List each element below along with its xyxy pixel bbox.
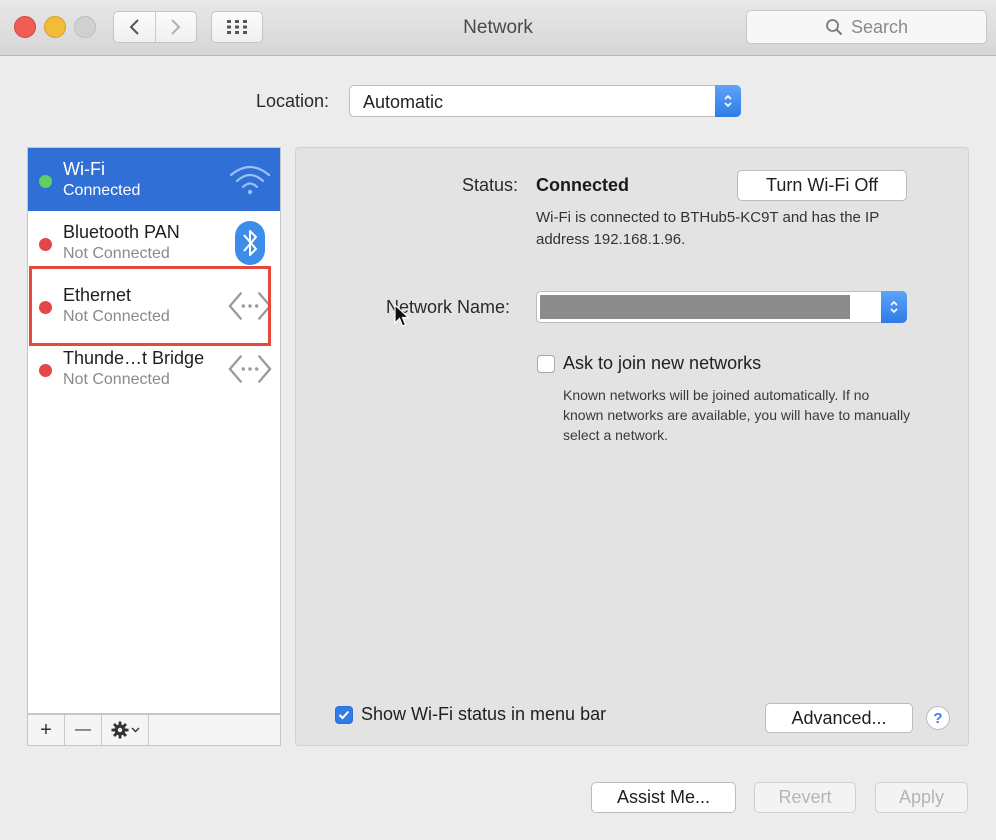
location-stepper[interactable] [715,85,741,117]
location-select[interactable]: Automatic [349,85,741,117]
show-wifi-status-checkbox[interactable] [335,706,353,724]
service-name: Wi-Fi [63,159,105,179]
ask-to-join-label: Ask to join new networks [563,353,762,373]
turn-wifi-off-button[interactable]: Turn Wi-Fi Off [737,170,907,201]
plus-icon: + [40,718,52,741]
checkmark-icon [338,710,350,720]
add-service-button[interactable]: + [28,715,65,745]
magnifier-icon [826,19,843,36]
mouse-pointer-icon [394,304,410,327]
bluetooth-icon [228,221,272,265]
advanced-button[interactable]: Advanced... [765,703,913,733]
wifi-icon [228,160,272,200]
location-label: Location: [256,91,330,111]
minus-icon: — [75,721,91,738]
service-status: Connected [63,182,141,199]
remove-service-button[interactable]: — [65,715,102,745]
up-down-chevron-icon [890,300,898,314]
action-menu-button[interactable] [102,715,149,745]
title-bar: Network Search [0,0,996,56]
redacted-network-name [540,295,850,319]
service-item-thunderbolt-bridge[interactable]: Thunde…t Bridge Not Connected [28,337,280,400]
network-name-stepper[interactable] [881,291,907,323]
ethernet-highlight-annotation [29,266,271,346]
apply-button[interactable]: Apply [875,782,968,813]
service-name: Thunde…t Bridge [63,348,205,368]
assist-me-button[interactable]: Assist Me... [591,782,736,813]
search-placeholder: Search [850,16,909,37]
service-name: Bluetooth PAN [63,222,180,242]
ethernet-icon [228,349,272,389]
help-button[interactable]: ? [926,706,950,730]
network-name-select[interactable] [536,291,907,323]
status-label: Status: [462,175,519,195]
ask-to-join-checkbox[interactable] [537,355,555,373]
status-value: Connected [536,175,630,195]
status-dot [39,175,52,188]
status-dot [39,238,52,251]
service-status: Not Connected [63,371,170,388]
service-status: Not Connected [63,245,170,262]
location-value: Automatic [363,92,444,112]
status-description: Wi-Fi is connected to BTHub5-KC9T and ha… [536,209,879,248]
search-field[interactable]: Search [746,10,987,44]
gear-icon [111,721,128,739]
up-down-chevron-icon [724,94,732,108]
service-item-bluetooth-pan[interactable]: Bluetooth PAN Not Connected [28,211,280,274]
chevron-down-icon [131,727,139,733]
service-list-toolbar: + — [27,714,281,746]
status-dot [39,364,52,377]
ask-to-join-description: Known networks will be joined automatica… [563,387,911,443]
service-list: Wi-Fi Connected Bluetooth PAN Not Connec… [27,147,281,714]
show-wifi-status-label: Show Wi-Fi status in menu bar [361,704,607,724]
service-item-wifi[interactable]: Wi-Fi Connected [28,148,280,211]
revert-button[interactable]: Revert [754,782,856,813]
